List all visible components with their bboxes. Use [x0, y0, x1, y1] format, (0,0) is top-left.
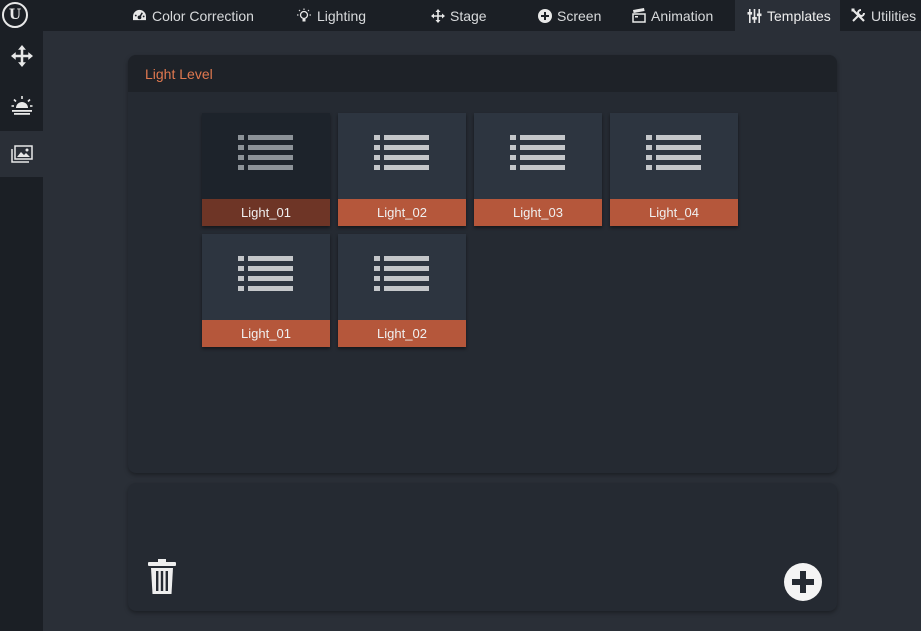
template-label: Light_02	[338, 199, 466, 226]
template-label: Light_03	[474, 199, 602, 226]
tab-utilities[interactable]: Utilities	[851, 0, 916, 31]
template-label: Light_01	[202, 320, 330, 347]
tab-label: Animation	[651, 7, 714, 24]
sidebar-item-move[interactable]	[0, 33, 43, 79]
tab-animation[interactable]: Animation	[632, 0, 713, 31]
list-icon	[374, 256, 429, 291]
template-panel: Light Level Light_01 Light_02 Light_03 L…	[128, 55, 837, 473]
template-label: Light_01	[202, 199, 330, 226]
tab-label: Utilities	[871, 7, 917, 24]
sliders-icon	[747, 8, 762, 23]
list-icon	[646, 135, 701, 170]
tab-templates[interactable]: Templates	[735, 0, 840, 31]
add-template-button[interactable]	[784, 563, 822, 606]
tab-screen[interactable]: Screen	[538, 0, 601, 31]
template-tile-light-04[interactable]: Light_04	[610, 113, 738, 226]
images-icon	[10, 145, 33, 163]
template-tile-light-02[interactable]: Light_02	[338, 234, 466, 347]
delete-button[interactable]	[148, 559, 176, 599]
move-arrows-icon	[10, 45, 33, 67]
template-tile-light-01[interactable]: Light_01	[202, 113, 330, 226]
tab-color-correction[interactable]: Color Correction	[132, 0, 254, 31]
clapperboard-icon	[632, 8, 646, 23]
panel-title: Light Level	[128, 55, 837, 92]
template-tile-light-03[interactable]: Light_03	[474, 113, 602, 226]
template-tile-light-01[interactable]: Light_01	[202, 234, 330, 347]
top-bar: U Color Correction Lighting Stage Screen…	[0, 0, 921, 31]
sunrise-icon	[11, 96, 32, 115]
action-panel	[128, 483, 837, 611]
tab-label: Color Correction	[152, 7, 254, 24]
tools-icon	[851, 8, 865, 22]
lightbulb-icon	[297, 8, 311, 21]
tab-label: Stage	[450, 7, 487, 24]
dashboard-icon	[133, 9, 146, 21]
trash-icon	[148, 559, 176, 594]
plus-circle-icon	[784, 563, 822, 601]
tab-lighting[interactable]: Lighting	[296, 0, 366, 31]
sidebar-item-images[interactable]	[0, 131, 43, 177]
template-label: Light_04	[610, 199, 738, 226]
sidebar	[0, 31, 43, 631]
tab-label: Screen	[557, 7, 602, 24]
template-tile-light-02[interactable]: Light_02	[338, 113, 466, 226]
sidebar-item-sunrise[interactable]	[0, 82, 43, 128]
tab-label: Lighting	[317, 7, 367, 24]
tab-label: Templates	[767, 7, 831, 24]
plus-circle-icon	[538, 8, 552, 23]
unreal-logo-icon[interactable]: U	[2, 2, 28, 28]
template-label: Light_02	[338, 320, 466, 347]
list-icon	[238, 135, 293, 170]
move-icon	[431, 8, 445, 23]
tab-stage[interactable]: Stage	[431, 0, 487, 31]
list-icon	[510, 135, 565, 170]
list-icon	[238, 256, 293, 291]
list-icon	[374, 135, 429, 170]
